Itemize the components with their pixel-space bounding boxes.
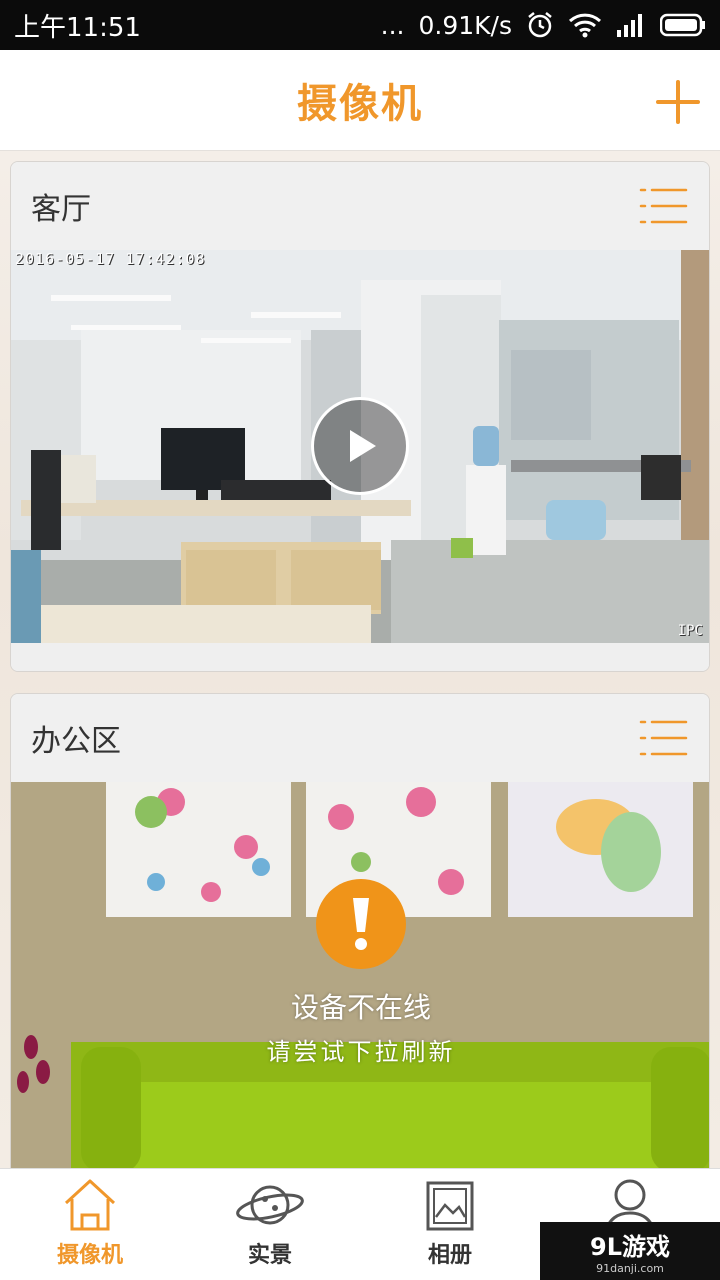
alarm-icon xyxy=(528,12,552,38)
camera-name: 办公区 xyxy=(31,724,121,759)
video-timestamp: 2016-05-17 17:42:08 xyxy=(15,250,206,268)
tab-label: 摄像机 xyxy=(56,1243,123,1268)
watermark-main: 9L游戏 xyxy=(590,1233,670,1261)
camera-card-header: 客厅 xyxy=(11,162,709,250)
camera-card: 办公区 设备不在线 请尝试下拉刷新 xyxy=(10,693,710,1168)
status-time: 上午11:51 xyxy=(14,12,141,43)
camera-card: 客厅 2016-05-17 17:42:08 IPC xyxy=(10,161,710,672)
watermark-sub: 91danji.com xyxy=(596,1262,664,1275)
list-menu-icon[interactable] xyxy=(639,186,689,226)
tab-scenery[interactable]: 实景 xyxy=(180,1169,360,1280)
status-dots: ... xyxy=(380,10,405,40)
tab-album[interactable]: 相册 xyxy=(360,1169,540,1280)
camera-live-preview[interactable]: 2016-05-17 17:42:08 IPC xyxy=(11,250,709,643)
camera-offline-preview[interactable]: 设备不在线 请尝试下拉刷新 xyxy=(11,782,709,1168)
tab-label: 相册 xyxy=(427,1243,472,1268)
signal-icon xyxy=(617,14,642,37)
network-speed: 0.91K/s xyxy=(418,10,512,40)
tab-camera[interactable]: 摄像机 xyxy=(0,1169,180,1280)
wifi-icon xyxy=(568,13,602,38)
card-footer xyxy=(11,643,709,671)
offline-hint: 请尝试下拉刷新 xyxy=(266,1038,456,1066)
page-title: 摄像机 xyxy=(297,81,423,127)
camera-card-header: 办公区 xyxy=(11,694,709,782)
bottom-tab-bar: 摄像机 实景 相册 我的 9L游戏 91danji.com xyxy=(0,1168,720,1280)
camera-list[interactable]: 客厅 2016-05-17 17:42:08 IPC 办公区 设备不在线 请尝试… xyxy=(0,151,720,1168)
album-icon xyxy=(426,1181,474,1231)
camera-name: 客厅 xyxy=(31,192,91,227)
exclamation-icon xyxy=(353,898,369,950)
tab-label: 实景 xyxy=(247,1243,292,1268)
play-icon xyxy=(350,430,376,462)
status-icons: ... 0.91K/s xyxy=(381,11,706,40)
app-header: 摄像机 xyxy=(0,50,720,151)
list-menu-icon[interactable] xyxy=(639,718,689,758)
site-watermark: 9L游戏 91danji.com xyxy=(540,1222,720,1280)
warning-badge xyxy=(316,879,406,969)
planet-icon xyxy=(236,1185,304,1225)
status-bar: 上午11:51 ... 0.91K/s xyxy=(0,0,720,50)
camera-brand-label: IPC xyxy=(677,623,703,639)
battery-icon xyxy=(660,13,705,37)
play-button[interactable] xyxy=(311,397,409,495)
add-camera-button[interactable] xyxy=(650,74,706,130)
offline-title: 设备不在线 xyxy=(290,991,431,1024)
home-icon xyxy=(64,1179,116,1231)
living-room-backdrop xyxy=(11,782,709,1168)
